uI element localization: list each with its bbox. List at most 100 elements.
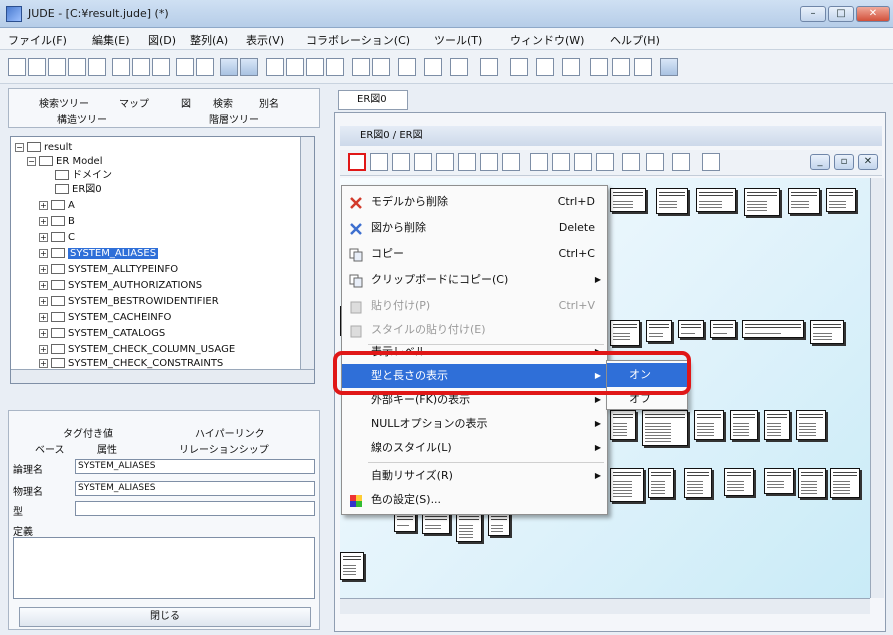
zoom-in-icon[interactable] xyxy=(266,58,284,76)
menu-edit[interactable]: 編集(E) xyxy=(92,32,130,48)
entity-box[interactable] xyxy=(648,468,674,498)
maximize-button[interactable]: □ xyxy=(828,6,854,22)
tree-layout-icon[interactable] xyxy=(562,58,580,76)
line-icon[interactable] xyxy=(510,58,528,76)
tab-tagged-values[interactable]: タグ付き値 xyxy=(63,425,113,440)
menu-view[interactable]: 表示(V) xyxy=(246,32,284,48)
entity-box[interactable] xyxy=(642,410,688,446)
menu-paste[interactable]: 貼り付け(P) Ctrl+V xyxy=(342,294,607,318)
tree-item[interactable]: + SYSTEM_CACHEINFO xyxy=(39,311,171,325)
menu-copy[interactable]: コピー Ctrl+C xyxy=(342,242,607,266)
entity-box[interactable] xyxy=(678,320,704,338)
align-icon[interactable] xyxy=(424,58,442,76)
preview-icon[interactable] xyxy=(88,58,106,76)
entity-box[interactable] xyxy=(796,410,826,440)
close-panel-button[interactable]: 閉じる xyxy=(19,607,311,627)
undo-icon[interactable] xyxy=(220,58,238,76)
tree-item[interactable]: + B xyxy=(39,215,75,229)
subtype-tool-icon[interactable] xyxy=(458,153,476,171)
entity-box[interactable] xyxy=(724,468,754,496)
tree-item[interactable]: + SYSTEM_ALLTYPEINFO xyxy=(39,263,178,277)
menu-line-style[interactable]: 線のスタイル(L) ▶ xyxy=(342,436,607,460)
tree-er-model[interactable]: − ER Model xyxy=(27,155,102,169)
tab-diagram[interactable]: 図 xyxy=(181,95,191,110)
zoom-icon[interactable] xyxy=(326,58,344,76)
entity-box[interactable] xyxy=(394,512,416,532)
open-icon[interactable] xyxy=(28,58,46,76)
tree-item[interactable]: + C xyxy=(39,231,75,245)
menu-show-null-option[interactable]: NULLオプションの表示 ▶ xyxy=(342,412,607,436)
grid-icon[interactable] xyxy=(398,58,416,76)
picture-tool-icon[interactable] xyxy=(702,153,720,171)
tab-search-tree[interactable]: 検索ツリー xyxy=(39,95,89,110)
tree-root[interactable]: − result xyxy=(15,141,72,155)
tree-item[interactable]: + A xyxy=(39,199,75,213)
layout-tool-icon[interactable] xyxy=(622,153,640,171)
entity-box[interactable] xyxy=(730,410,758,440)
select-tool-icon[interactable] xyxy=(348,153,366,171)
entity-box[interactable] xyxy=(798,468,826,498)
menu-file[interactable]: ファイル(F) xyxy=(8,32,67,48)
tree-diagram[interactable]: ER図0 xyxy=(55,183,102,197)
inner-close-button[interactable]: ✕ xyxy=(858,154,878,170)
entity-box[interactable] xyxy=(764,468,794,494)
zoom-out-icon[interactable] xyxy=(286,58,304,76)
text-tool-icon[interactable] xyxy=(530,153,548,171)
tab-hierarchy-tree[interactable]: 階層ツリー xyxy=(209,111,259,126)
new-icon[interactable] xyxy=(8,58,26,76)
logical-name-field[interactable]: SYSTEM_ALIASES xyxy=(75,459,315,474)
entity-box[interactable] xyxy=(684,468,712,498)
redo-icon[interactable] xyxy=(240,58,258,76)
entity-box[interactable] xyxy=(656,188,688,214)
menu-delete-from-model[interactable]: モデルから削除 Ctrl+D xyxy=(342,190,607,214)
layout-icon[interactable] xyxy=(590,58,608,76)
entity-box[interactable] xyxy=(456,512,482,542)
tab-map[interactable]: マップ xyxy=(119,95,149,110)
copy-tb-icon[interactable] xyxy=(132,58,150,76)
layout2-icon[interactable] xyxy=(612,58,630,76)
image-tool-icon[interactable] xyxy=(596,153,614,171)
relation2-tool-icon[interactable] xyxy=(414,153,432,171)
line2-icon[interactable] xyxy=(536,58,554,76)
entity-box[interactable] xyxy=(694,410,724,440)
tree-vertical-scrollbar[interactable] xyxy=(300,137,314,369)
entity-box[interactable] xyxy=(488,512,510,536)
entity-box[interactable] xyxy=(826,188,856,212)
inner-restore-button[interactable]: ▫ xyxy=(834,154,854,170)
paste-tb-icon[interactable] xyxy=(152,58,170,76)
relation3-tool-icon[interactable] xyxy=(436,153,454,171)
print-icon[interactable] xyxy=(68,58,86,76)
tree-item[interactable]: + SYSTEM_CHECK_COLUMN_USAGE xyxy=(39,343,235,357)
entity-box[interactable] xyxy=(710,320,736,338)
close-window-button[interactable]: ✕ xyxy=(856,6,890,22)
physical-name-field[interactable]: SYSTEM_ALIASES xyxy=(75,481,315,496)
minimize-button[interactable]: – xyxy=(800,6,826,22)
relation-tool-icon[interactable] xyxy=(392,153,410,171)
tree-horizontal-scrollbar[interactable] xyxy=(11,369,314,383)
tree-item[interactable]: + SYSTEM_BESTROWIDENTIFIER xyxy=(39,295,219,309)
format2-icon[interactable] xyxy=(196,58,214,76)
diagonal-tool-icon[interactable] xyxy=(574,153,592,171)
menu-delete-from-diagram[interactable]: 図から削除 Delete xyxy=(342,216,607,240)
canvas-horizontal-scrollbar[interactable] xyxy=(340,598,870,614)
rect-tool-icon[interactable] xyxy=(552,153,570,171)
align2-icon[interactable] xyxy=(450,58,468,76)
entity-box[interactable] xyxy=(744,188,780,216)
tab-structure-tree[interactable]: 構造ツリー xyxy=(57,111,107,126)
entity-box[interactable] xyxy=(610,410,636,440)
palette-icon[interactable] xyxy=(480,58,498,76)
entity-tool-icon[interactable] xyxy=(370,153,388,171)
entity-box[interactable] xyxy=(422,512,450,534)
tab-hyperlink[interactable]: ハイパーリンク xyxy=(195,425,265,440)
line-tool-icon[interactable] xyxy=(502,153,520,171)
format-icon[interactable] xyxy=(176,58,194,76)
entity-box[interactable] xyxy=(646,320,672,342)
menu-auto-resize[interactable]: 自動リサイズ(R) ▶ xyxy=(342,464,607,488)
zoom-fit-icon[interactable] xyxy=(306,58,324,76)
entity-box[interactable] xyxy=(696,188,736,212)
menu-tools[interactable]: ツール(T) xyxy=(434,32,482,48)
menu-collaboration[interactable]: コラボレーション(C) xyxy=(306,32,410,48)
menu-paste-style[interactable]: スタイルの貼り付け(E) xyxy=(342,318,607,342)
layout3-icon[interactable] xyxy=(634,58,652,76)
tab-search[interactable]: 検索 xyxy=(213,95,233,110)
